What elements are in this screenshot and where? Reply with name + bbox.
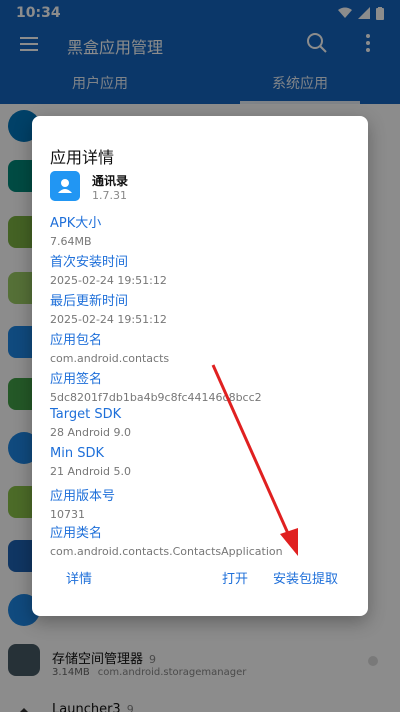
field-label: Min SDK: [50, 446, 104, 461]
field-label: 首次安装时间: [50, 255, 129, 270]
field-value: 28 Android 9.0: [50, 426, 132, 439]
field-target-sdk: Target SDK 28 Android 9.0: [50, 407, 350, 439]
field-label: 应用版本号: [50, 489, 116, 504]
extract-apk-button[interactable]: 安装包提取: [273, 568, 338, 587]
field-value: 2025-02-24 19:51:12: [50, 313, 167, 326]
field-value: 10731: [50, 508, 85, 521]
dialog-title: 应用详情: [50, 148, 115, 167]
details-button[interactable]: 详情: [66, 568, 92, 587]
field-version-code: 应用版本号 10731: [50, 485, 350, 521]
field-value: com.android.contacts.ContactsApplication: [50, 545, 283, 558]
field-last-update-time: 最后更新时间 2025-02-24 19:51:12: [50, 290, 350, 326]
field-class-name: 应用类名 com.android.contacts.ContactsApplic…: [50, 522, 350, 558]
field-first-install-time: 首次安装时间 2025-02-24 19:51:12: [50, 251, 350, 287]
field-value: 2025-02-24 19:51:12: [50, 274, 167, 287]
field-label: 应用包名: [50, 333, 103, 348]
field-package-name: 应用包名 com.android.contacts: [50, 329, 350, 365]
field-signature: 应用签名 5dc8201f7db1ba4b9c8fc44146c8bcc2: [50, 368, 350, 404]
dialog-app-name: 通讯录: [92, 174, 129, 188]
contacts-icon: [50, 171, 80, 201]
dialog-app-version: 1.7.31: [92, 189, 127, 202]
field-apk-size: APK大小 7.64MB: [50, 212, 350, 248]
field-label: APK大小: [50, 216, 102, 231]
field-value: 21 Android 5.0: [50, 465, 132, 478]
field-label: 应用签名: [50, 372, 103, 387]
field-min-sdk: Min SDK 21 Android 5.0: [50, 446, 350, 478]
field-label: Target SDK: [50, 407, 122, 422]
app-details-dialog: 应用详情 通讯录 1.7.31 APK大小 7.64MB 首次安装时间 2025…: [32, 116, 368, 616]
field-label: 最后更新时间: [50, 294, 129, 309]
field-value: 7.64MB: [50, 235, 92, 248]
open-button[interactable]: 打开: [222, 568, 248, 587]
field-value: 5dc8201f7db1ba4b9c8fc44146c8bcc2: [50, 391, 262, 404]
field-value: com.android.contacts: [50, 352, 170, 365]
field-label: 应用类名: [50, 526, 103, 541]
